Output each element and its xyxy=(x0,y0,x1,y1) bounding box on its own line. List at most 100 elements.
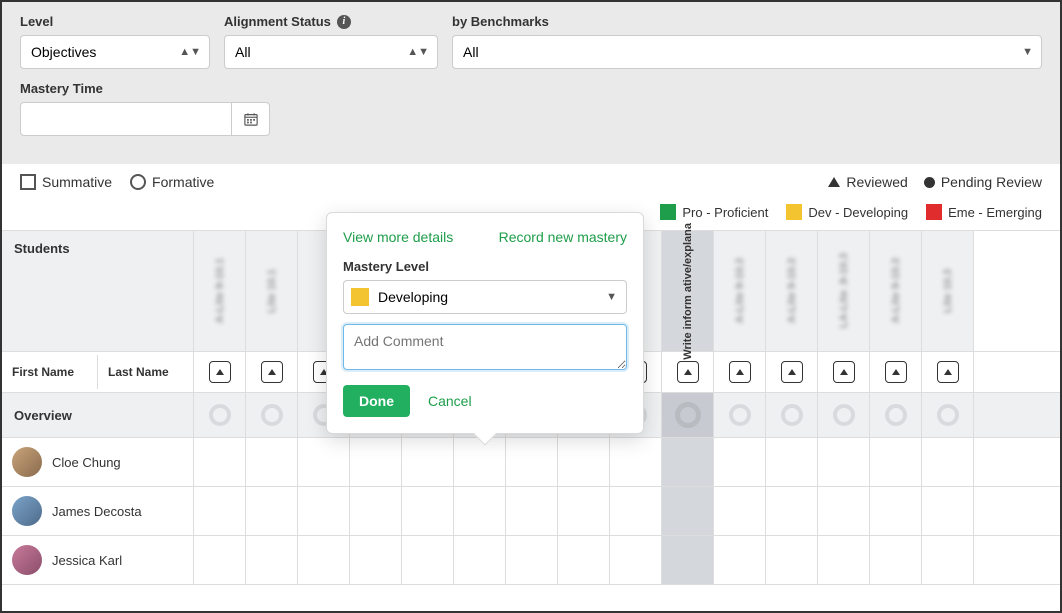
first-name-header[interactable]: First Name xyxy=(2,355,98,389)
mastery-cell[interactable] xyxy=(350,536,402,584)
column-header[interactable]: LA-Lite .9-10.3 xyxy=(818,231,870,351)
overview-label: Overview xyxy=(2,393,194,437)
mastery-cell[interactable] xyxy=(402,438,454,486)
mastery-cell[interactable] xyxy=(558,536,610,584)
column-header[interactable]: Write inform ative/explana xyxy=(662,231,714,351)
sort-button[interactable] xyxy=(781,361,803,383)
mastery-cell[interactable] xyxy=(246,536,298,584)
column-header[interactable]: A-Lite 9-10.3 xyxy=(870,231,922,351)
formative-radio[interactable]: Formative xyxy=(130,174,214,190)
mastery-cell[interactable] xyxy=(194,438,246,486)
record-mastery-link[interactable]: Record new mastery xyxy=(499,229,627,245)
status-emerging: Eme - Emerging xyxy=(926,204,1042,220)
mastery-cell[interactable] xyxy=(506,536,558,584)
column-header[interactable]: A-Lite 9-10.3 xyxy=(714,231,766,351)
mastery-cell[interactable] xyxy=(194,487,246,535)
mastery-cell[interactable] xyxy=(506,438,558,486)
student-name-cell[interactable]: James Decosta xyxy=(2,487,194,535)
overview-cell xyxy=(922,393,974,437)
column-header[interactable]: A-Lite 9-10.3 xyxy=(766,231,818,351)
mastery-cell[interactable] xyxy=(454,438,506,486)
mastery-cell[interactable] xyxy=(350,438,402,486)
mastery-cell[interactable] xyxy=(454,536,506,584)
mastery-cell[interactable] xyxy=(922,536,974,584)
student-name-cell[interactable]: Jessica Karl xyxy=(2,536,194,584)
summative-checkbox[interactable]: Summative xyxy=(20,174,112,190)
mastery-cell[interactable] xyxy=(610,438,662,486)
comment-textarea[interactable] xyxy=(343,324,627,370)
overview-cell xyxy=(870,393,922,437)
sort-button[interactable] xyxy=(209,361,231,383)
mastery-cell[interactable] xyxy=(818,438,870,486)
column-header[interactable]: Lite 10.3 xyxy=(922,231,974,351)
mastery-cell[interactable] xyxy=(714,536,766,584)
student-name-cell[interactable]: Cloe Chung xyxy=(2,438,194,486)
mastery-cell[interactable] xyxy=(766,536,818,584)
mastery-cell[interactable] xyxy=(246,487,298,535)
overview-cell xyxy=(714,393,766,437)
mastery-level-select[interactable]: Developing xyxy=(343,280,627,314)
mastery-cell[interactable] xyxy=(870,536,922,584)
reviewed-legend: Reviewed xyxy=(828,174,907,190)
filter-benchmarks: by Benchmarks All ▼ xyxy=(452,14,1042,69)
student-row: Cloe Chung xyxy=(2,438,1060,487)
sort-button[interactable] xyxy=(885,361,907,383)
filter-row-1: Level Objectives ▲▼ Alignment Status i A… xyxy=(20,14,1042,69)
mastery-cell[interactable] xyxy=(194,536,246,584)
mastery-cell[interactable] xyxy=(662,487,714,535)
students-header: Students xyxy=(2,231,194,351)
alignment-select[interactable]: All xyxy=(224,35,438,69)
mastery-cell[interactable] xyxy=(246,438,298,486)
arrow-up-icon xyxy=(944,369,952,375)
mastery-cell[interactable] xyxy=(298,487,350,535)
mastery-cell[interactable] xyxy=(714,438,766,486)
column-header[interactable]: A-Lite 9-10.1 xyxy=(194,231,246,351)
mastery-cell[interactable] xyxy=(350,487,402,535)
mastery-cell[interactable] xyxy=(922,438,974,486)
filter-alignment-label: Alignment Status i xyxy=(224,14,438,29)
info-icon[interactable]: i xyxy=(337,15,351,29)
benchmarks-select[interactable]: All xyxy=(452,35,1042,69)
mastery-cell[interactable] xyxy=(818,536,870,584)
mastery-cell[interactable] xyxy=(402,487,454,535)
mastery-cell[interactable] xyxy=(818,487,870,535)
mastery-cell[interactable] xyxy=(714,487,766,535)
mastery-cell[interactable] xyxy=(766,487,818,535)
column-label: Lite 10.1 xyxy=(266,269,278,313)
calendar-icon xyxy=(244,112,258,126)
mastery-cell[interactable] xyxy=(870,487,922,535)
avatar xyxy=(12,496,42,526)
mastery-cell[interactable] xyxy=(402,536,454,584)
mastery-cell[interactable] xyxy=(298,536,350,584)
sort-button[interactable] xyxy=(677,361,699,383)
mastery-cell[interactable] xyxy=(922,487,974,535)
mastery-cell[interactable] xyxy=(610,536,662,584)
mastery-time-input[interactable] xyxy=(20,102,232,136)
mastery-cell[interactable] xyxy=(558,438,610,486)
sort-button[interactable] xyxy=(937,361,959,383)
column-header[interactable]: Lite 10.1 xyxy=(246,231,298,351)
sort-button[interactable] xyxy=(261,361,283,383)
mastery-cell[interactable] xyxy=(766,438,818,486)
cancel-button[interactable]: Cancel xyxy=(428,393,472,409)
column-label: A-Lite 9-10.1 xyxy=(214,258,226,323)
mastery-cell[interactable] xyxy=(506,487,558,535)
sort-button[interactable] xyxy=(833,361,855,383)
mastery-cell[interactable] xyxy=(298,438,350,486)
mastery-cell[interactable] xyxy=(610,487,662,535)
status-proficient: Pro - Proficient xyxy=(660,204,768,220)
mastery-cell[interactable] xyxy=(870,438,922,486)
arrow-up-icon xyxy=(892,369,900,375)
ring-icon xyxy=(937,404,959,426)
view-details-link[interactable]: View more details xyxy=(343,229,453,245)
mastery-cell[interactable] xyxy=(558,487,610,535)
level-swatch xyxy=(351,288,369,306)
sort-button[interactable] xyxy=(729,361,751,383)
mastery-cell[interactable] xyxy=(662,536,714,584)
last-name-header[interactable]: Last Name xyxy=(98,355,193,389)
mastery-cell[interactable] xyxy=(454,487,506,535)
calendar-button[interactable] xyxy=(232,102,270,136)
level-select[interactable]: Objectives xyxy=(20,35,210,69)
mastery-cell[interactable] xyxy=(662,438,714,486)
done-button[interactable]: Done xyxy=(343,385,410,417)
